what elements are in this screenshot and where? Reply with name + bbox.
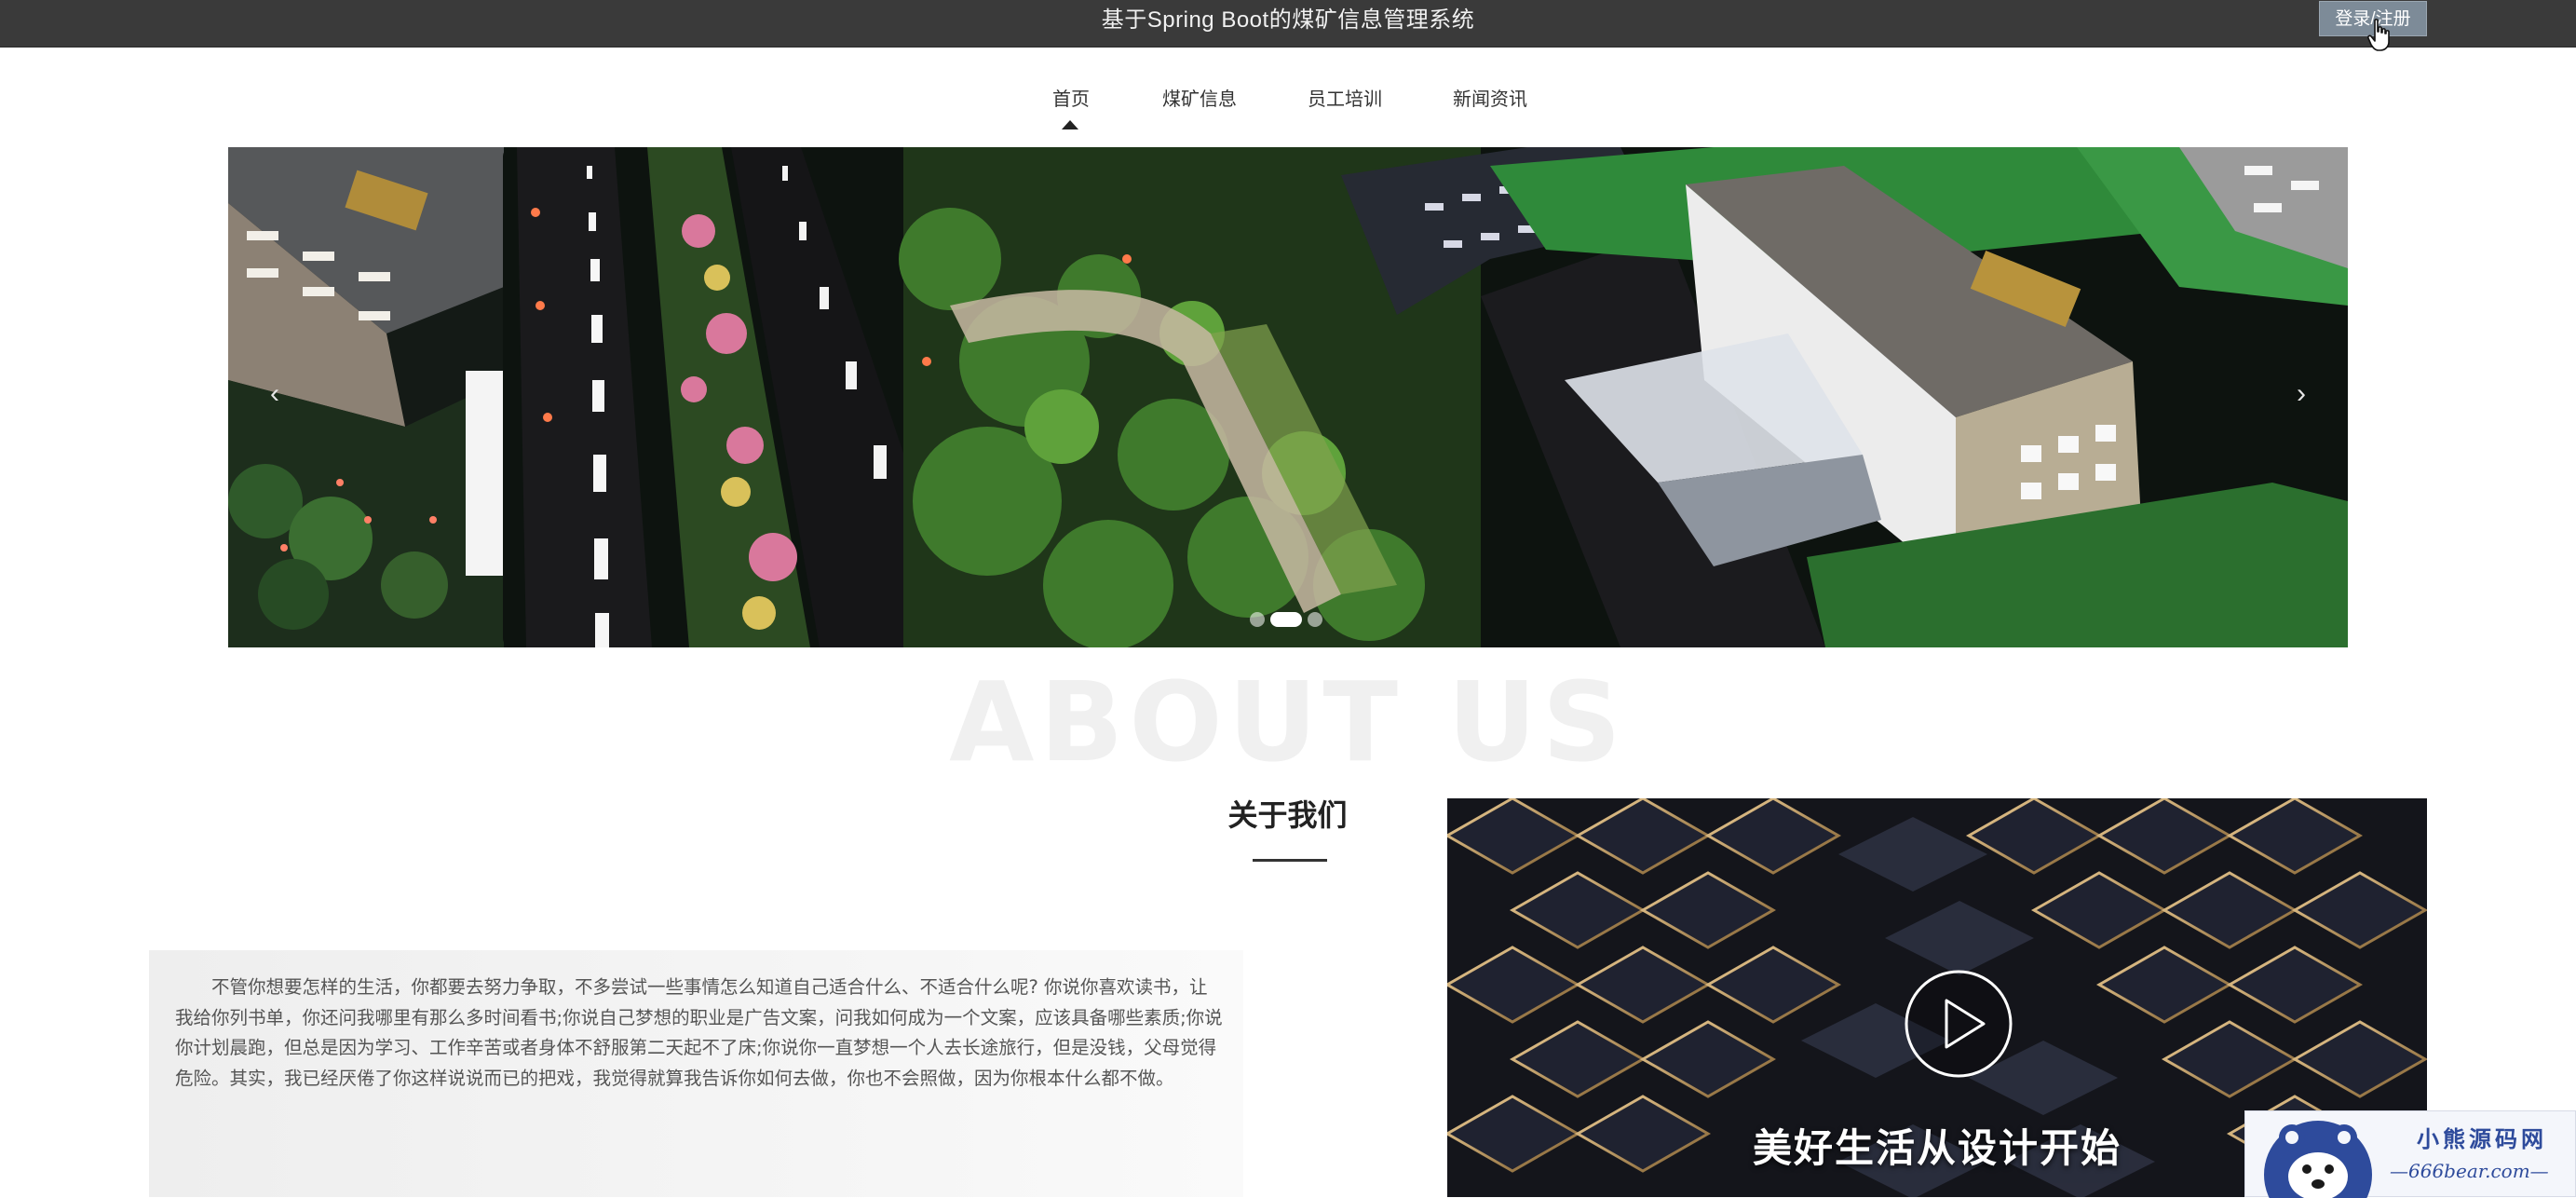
image-carousel[interactable]: ‹ ›: [228, 147, 2348, 647]
chevron-left-icon: ‹: [270, 378, 279, 409]
watermark-badge: 小熊源码网 —666bear.com—: [2244, 1110, 2576, 1198]
nav-item-staff-training[interactable]: 员工培训: [1308, 84, 1382, 111]
active-nav-indicator: [1062, 120, 1078, 129]
site-title: 基于Spring Boot的煤矿信息管理系统: [1101, 7, 1475, 33]
about-body-text: 不管你想要怎样的生活，你都要去努力争取，不多尝试一些事情怎么知道自己适合什么、不…: [175, 976, 1223, 1089]
play-icon[interactable]: [1904, 969, 2013, 1079]
carousel-slide-active[interactable]: [503, 147, 2348, 647]
main-nav: 首页 煤矿信息 员工培训 新闻资讯: [0, 47, 2576, 135]
nav-item-news[interactable]: 新闻资讯: [1453, 84, 1527, 111]
bear-logo-icon: [2264, 1121, 2372, 1198]
watermark-title: 小熊源码网: [2417, 1125, 2547, 1152]
title-underline: [1253, 859, 1327, 862]
top-bar: 基于Spring Boot的煤矿信息管理系统 登录/注册: [0, 0, 2576, 48]
carousel-dot-active[interactable]: [1270, 612, 1302, 627]
nav-item-coal-mine-info[interactable]: 煤矿信息: [1162, 84, 1237, 111]
industrial-park-model-image: [503, 147, 2348, 647]
carousel-dot[interactable]: [1250, 612, 1265, 627]
about-background-text: ABOUT US: [949, 658, 1627, 786]
carousel-dot[interactable]: [1308, 612, 1322, 627]
watermark-url: —666bear.com—: [2390, 1160, 2549, 1182]
carousel-next-button[interactable]: ›: [2283, 375, 2320, 413]
about-title: 关于我们: [1227, 798, 1348, 832]
nav-item-home[interactable]: 首页: [1052, 84, 1090, 111]
carousel-prev-button[interactable]: ‹: [256, 375, 293, 413]
chevron-right-icon: ›: [2297, 378, 2306, 409]
